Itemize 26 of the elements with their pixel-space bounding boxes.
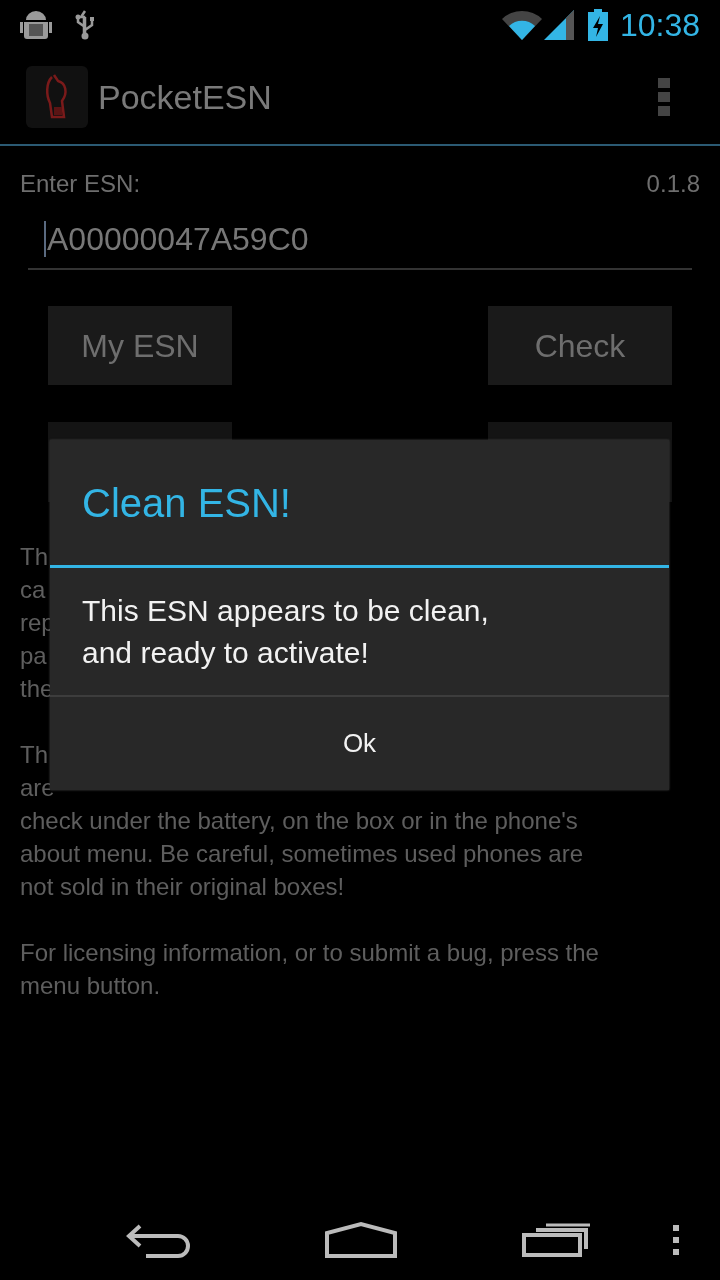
text-line: check under the battery, on the box or in the phone's (20, 806, 578, 836)
action-button[interactable]: Check (488, 306, 672, 385)
version-number: 0.1.8 (646, 170, 700, 198)
text-line: Th (20, 740, 48, 770)
home-icon[interactable] (324, 1221, 398, 1259)
ok-button[interactable]: Ok (50, 697, 669, 790)
action-button[interactable]: My ESN (48, 306, 232, 385)
dialog-message: This ESN appears to be clean, and ready to activate! (82, 592, 490, 671)
info-paragraph: For licensing information, or to submit a bug, press the menu button. (20, 938, 600, 1001)
text-line: ca (20, 575, 46, 605)
app-title: PocketESN (98, 76, 272, 118)
text-line: pa (20, 641, 47, 671)
recent-apps-icon[interactable] (522, 1223, 592, 1257)
text-line: about menu. Be careful, sometimes used phones are (20, 839, 583, 869)
battery-icon (587, 9, 608, 41)
clock-time: 10:38 (619, 9, 700, 41)
esn-input-field[interactable]: A00000047A59C0 (28, 210, 692, 270)
menu-icon[interactable] (672, 1225, 680, 1255)
text-line: Th (20, 542, 48, 572)
wifi-icon (501, 10, 542, 40)
usb-icon (74, 9, 96, 41)
android-debug-icon (20, 8, 52, 42)
text-line: not sold in their original boxes! (20, 872, 345, 902)
dialog-title: Clean ESN! (82, 479, 291, 527)
signal-icon (543, 10, 574, 40)
field-label: Enter ESN: (20, 170, 141, 198)
